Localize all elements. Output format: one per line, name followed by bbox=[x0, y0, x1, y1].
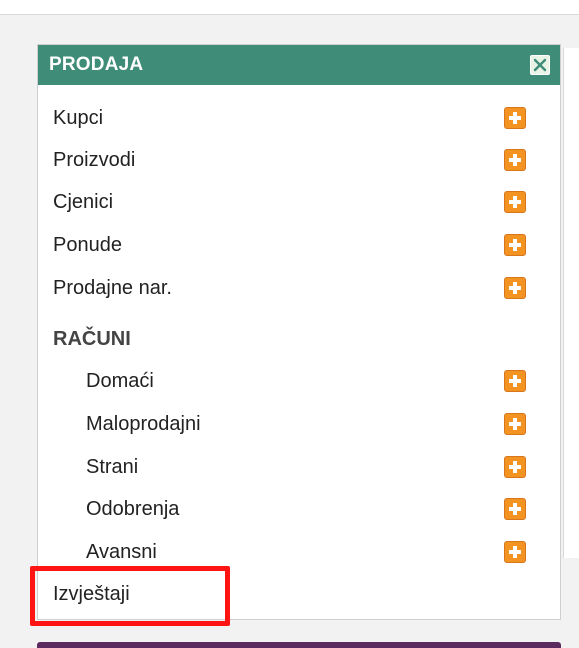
plus-icon[interactable] bbox=[504, 413, 526, 435]
menu-item-label: Proizvodi bbox=[53, 148, 136, 171]
menu-item-prodajne-nar[interactable]: Prodajne nar. bbox=[38, 273, 560, 303]
menu-item-label: Maloprodajni bbox=[86, 412, 201, 435]
menu-item-kupci[interactable]: Kupci bbox=[38, 103, 560, 133]
plus-icon[interactable] bbox=[504, 456, 526, 478]
top-bar bbox=[0, 0, 579, 15]
plus-icon[interactable] bbox=[504, 191, 526, 213]
menu-item-label: Avansni bbox=[86, 540, 157, 563]
next-panel-header bbox=[37, 642, 561, 648]
plus-icon[interactable] bbox=[504, 498, 526, 520]
panel-header: PRODAJA bbox=[38, 45, 560, 85]
close-icon bbox=[533, 58, 547, 72]
menu-item-label: Odobrenja bbox=[86, 497, 180, 520]
plus-icon[interactable] bbox=[504, 277, 526, 299]
menu-item-label: Domaći bbox=[86, 369, 154, 392]
menu-item-label: Ponude bbox=[53, 233, 122, 256]
menu-item-label: Cjenici bbox=[53, 190, 114, 213]
menu-item-maloprodajni[interactable]: Maloprodajni bbox=[38, 409, 560, 439]
sales-panel: PRODAJA Kupci Proizvodi Cjenici Ponude P… bbox=[37, 44, 561, 620]
plus-icon[interactable] bbox=[504, 541, 526, 563]
panel-title: PRODAJA bbox=[49, 54, 144, 75]
plus-icon[interactable] bbox=[504, 107, 526, 129]
section-heading-racuni: RAČUNI bbox=[38, 324, 560, 354]
highlight-box bbox=[30, 566, 230, 626]
menu-item-proizvodi[interactable]: Proizvodi bbox=[38, 145, 560, 175]
menu-item-ponude[interactable]: Ponude bbox=[38, 230, 560, 260]
menu-item-cjenici[interactable]: Cjenici bbox=[38, 187, 560, 217]
menu-item-strani[interactable]: Strani bbox=[38, 452, 560, 482]
menu-item-label: Strani bbox=[86, 455, 139, 478]
menu-item-odobrenja[interactable]: Odobrenja bbox=[38, 494, 560, 524]
right-panel-edge bbox=[563, 48, 579, 558]
plus-icon[interactable] bbox=[504, 149, 526, 171]
menu-item-label: Prodajne nar. bbox=[53, 276, 172, 299]
section-label: RAČUNI bbox=[53, 327, 131, 350]
plus-icon[interactable] bbox=[504, 234, 526, 256]
menu-item-domaci[interactable]: Domaći bbox=[38, 366, 560, 396]
menu-item-label: Kupci bbox=[53, 106, 104, 129]
plus-icon[interactable] bbox=[504, 370, 526, 392]
menu-item-avansni[interactable]: Avansni bbox=[38, 537, 560, 567]
close-button[interactable] bbox=[530, 55, 550, 75]
